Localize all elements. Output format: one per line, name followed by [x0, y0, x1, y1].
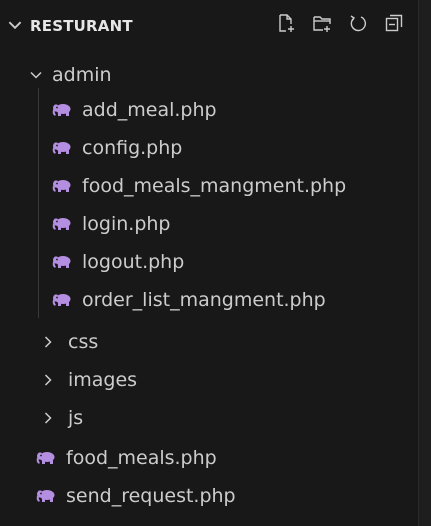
php-elephant-icon	[52, 293, 72, 307]
scrollbar[interactable]	[418, 0, 431, 526]
folder-images[interactable]: images	[0, 361, 431, 399]
php-elephant-icon	[52, 141, 72, 155]
folder-label: css	[68, 331, 99, 353]
file-label: food_meals.php	[66, 447, 217, 469]
file-label: send_request.php	[66, 485, 236, 507]
new-file-icon[interactable]	[275, 12, 297, 34]
php-elephant-icon	[36, 489, 56, 503]
file-label: add_meal.php	[82, 99, 217, 121]
file-item[interactable]: food_meals_mangment.php	[0, 167, 431, 205]
project-title[interactable]: RESTURANT	[30, 16, 133, 36]
folder-label: images	[68, 369, 138, 391]
explorer-panel: RESTURANT admin add_meal.php config.php …	[0, 0, 419, 526]
chevron-right-icon	[44, 374, 52, 386]
file-item[interactable]: food_meals.php	[0, 439, 431, 477]
php-elephant-icon	[52, 217, 72, 231]
refresh-icon[interactable]	[347, 12, 369, 34]
folder-label: admin	[52, 64, 112, 86]
file-label: config.php	[82, 137, 183, 159]
file-item[interactable]: login.php	[0, 205, 431, 243]
file-item[interactable]: send_request.php	[0, 477, 431, 515]
file-label: food_meals_mangment.php	[82, 175, 347, 197]
php-elephant-icon	[52, 255, 72, 269]
chevron-down-icon[interactable]	[6, 16, 24, 34]
chevron-right-icon	[44, 412, 52, 424]
file-label: login.php	[82, 213, 171, 235]
explorer-toolbar	[275, 12, 405, 34]
chevron-right-icon	[44, 336, 52, 348]
folder-label: js	[68, 407, 84, 429]
explorer-header: RESTURANT	[0, 0, 419, 50]
file-label: logout.php	[82, 251, 185, 273]
collapse-all-icon[interactable]	[383, 12, 405, 34]
folder-css[interactable]: css	[0, 323, 431, 361]
php-elephant-icon	[52, 103, 72, 117]
file-item[interactable]: add_meal.php	[0, 91, 431, 129]
new-folder-icon[interactable]	[311, 12, 333, 34]
php-elephant-icon	[52, 179, 72, 193]
php-elephant-icon	[36, 451, 56, 465]
file-item[interactable]: logout.php	[0, 243, 431, 281]
file-item[interactable]: config.php	[0, 129, 431, 167]
folder-admin[interactable]: admin	[0, 56, 431, 94]
chevron-down-icon	[30, 71, 42, 79]
file-item[interactable]: order_list_mangment.php	[0, 281, 431, 319]
file-label: order_list_mangment.php	[82, 289, 326, 311]
folder-js[interactable]: js	[0, 399, 431, 437]
